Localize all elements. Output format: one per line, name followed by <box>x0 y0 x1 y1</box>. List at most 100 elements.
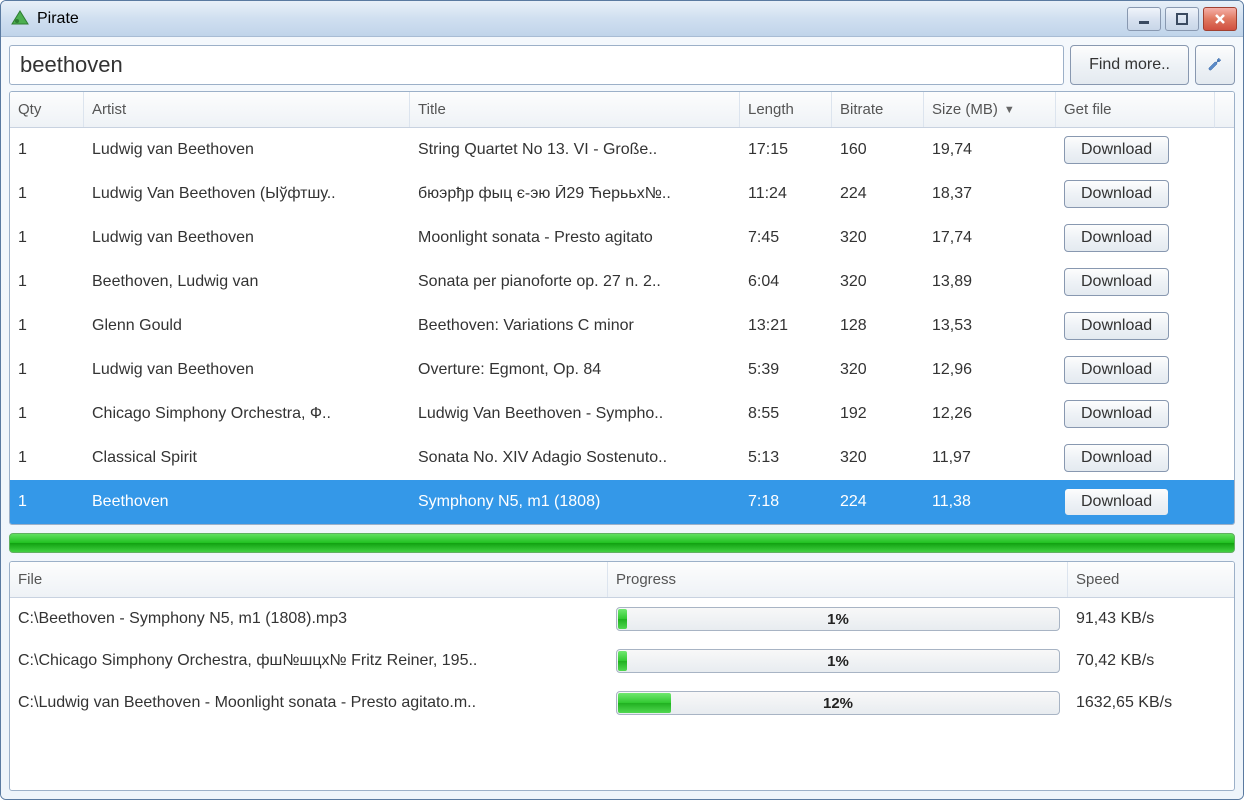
cell-progress: 1% <box>608 649 1068 673</box>
minimize-button[interactable] <box>1127 7 1161 31</box>
cell-size: 11,38 <box>924 493 1056 511</box>
results-body[interactable]: 1Ludwig van BeethovenString Quartet No 1… <box>10 128 1234 524</box>
download-button[interactable]: Download <box>1064 444 1169 472</box>
cell-length: 11:24 <box>740 185 832 203</box>
cell-qty: 1 <box>10 317 84 335</box>
cell-bitrate: 320 <box>832 273 924 291</box>
download-button[interactable]: Download <box>1064 224 1169 252</box>
download-button[interactable]: Download <box>1064 488 1169 516</box>
results-row[interactable]: 1Beethoven, Ludwig vanSonata per pianofo… <box>10 260 1234 304</box>
cell-size: 17,74 <box>924 229 1056 247</box>
cell-file: C:\Beethoven - Symphony N5, m1 (1808).mp… <box>10 610 608 628</box>
col-qty[interactable]: Qty <box>10 92 84 127</box>
search-input[interactable] <box>9 45 1064 85</box>
cell-title: Ludwig Van Beethoven - Sympho.. <box>410 405 740 423</box>
cell-artist: Ludwig van Beethoven <box>84 361 410 379</box>
cell-speed: 91,43 KB/s <box>1068 610 1224 628</box>
col-getfile[interactable]: Get file <box>1056 92 1190 127</box>
dl-col-progress[interactable]: Progress <box>608 562 1068 597</box>
cell-size: 13,89 <box>924 273 1056 291</box>
cell-bitrate: 320 <box>832 449 924 467</box>
settings-button[interactable] <box>1195 45 1235 85</box>
cell-artist: Beethoven <box>84 493 410 511</box>
results-row[interactable]: 1Ludwig van BeethovenMoonlight sonata - … <box>10 216 1234 260</box>
results-row[interactable]: 1Ludwig van BeethovenString Quartet No 1… <box>10 128 1234 172</box>
cell-artist: Classical Spirit <box>84 449 410 467</box>
col-length[interactable]: Length <box>740 92 832 127</box>
results-header: Qty Artist Title Length Bitrate Size (MB… <box>10 92 1214 128</box>
cell-artist: Ludwig Van Beethoven (Ыўфтшу.. <box>84 185 410 203</box>
cell-bitrate: 320 <box>832 229 924 247</box>
results-row[interactable]: 1Chicago Simphony Orchestra, Ф..Ludwig V… <box>10 392 1234 436</box>
progress-bar: 1% <box>616 649 1060 673</box>
cell-length: 13:21 <box>740 317 832 335</box>
cell-size: 13,53 <box>924 317 1056 335</box>
results-row[interactable]: 1Classical SpiritSonata No. XIV Adagio S… <box>10 436 1234 480</box>
results-row[interactable]: 1Ludwig van BeethovenOverture: Egmont, O… <box>10 348 1234 392</box>
download-button[interactable]: Download <box>1064 356 1169 384</box>
cell-getfile: Download <box>1056 312 1190 340</box>
downloads-header: File Progress Speed <box>10 562 1234 598</box>
find-more-button[interactable]: Find more.. <box>1070 45 1189 85</box>
cell-progress: 1% <box>608 607 1068 631</box>
downloads-body: C:\Beethoven - Symphony N5, m1 (1808).mp… <box>10 598 1234 724</box>
cell-getfile: Download <box>1056 356 1190 384</box>
download-button[interactable]: Download <box>1064 268 1169 296</box>
cell-title: Sonata No. XIV Adagio Sostenuto.. <box>410 449 740 467</box>
results-row[interactable]: 1Glenn GouldBeethoven: Variations C mino… <box>10 304 1234 348</box>
downloads-grid: File Progress Speed C:\Beethoven - Symph… <box>9 561 1235 791</box>
cell-size: 12,26 <box>924 405 1056 423</box>
wrench-icon <box>1205 55 1225 75</box>
close-button[interactable] <box>1203 7 1237 31</box>
cell-getfile: Download <box>1056 224 1190 252</box>
download-row[interactable]: C:\Ludwig van Beethoven - Moonlight sona… <box>10 682 1234 724</box>
maximize-button[interactable] <box>1165 7 1199 31</box>
cell-size: 12,96 <box>924 361 1056 379</box>
cell-length: 5:13 <box>740 449 832 467</box>
download-row[interactable]: C:\Chicago Simphony Orchestra, фш№шцх№ F… <box>10 640 1234 682</box>
cell-qty: 1 <box>10 141 84 159</box>
close-icon <box>1212 11 1228 27</box>
cell-getfile: Download <box>1056 268 1190 296</box>
download-row[interactable]: C:\Beethoven - Symphony N5, m1 (1808).mp… <box>10 598 1234 640</box>
cell-size: 11,97 <box>924 449 1056 467</box>
overall-progress-bar <box>9 533 1235 553</box>
minimize-icon <box>1136 11 1152 27</box>
titlebar[interactable]: Pirate <box>1 1 1243 37</box>
cell-qty: 1 <box>10 185 84 203</box>
col-artist[interactable]: Artist <box>84 92 410 127</box>
cell-length: 7:45 <box>740 229 832 247</box>
results-grid: Qty Artist Title Length Bitrate Size (MB… <box>9 91 1235 525</box>
cell-artist: Beethoven, Ludwig van <box>84 273 410 291</box>
download-button[interactable]: Download <box>1064 312 1169 340</box>
cell-length: 7:18 <box>740 493 832 511</box>
cell-length: 17:15 <box>740 141 832 159</box>
dl-col-speed[interactable]: Speed <box>1068 562 1224 597</box>
results-row[interactable]: 1Ludwig Van Beethoven (Ыўфтшу..бюэрђр фы… <box>10 172 1234 216</box>
cell-getfile: Download <box>1056 400 1190 428</box>
col-bitrate[interactable]: Bitrate <box>832 92 924 127</box>
download-button[interactable]: Download <box>1064 400 1169 428</box>
cell-qty: 1 <box>10 273 84 291</box>
download-button[interactable]: Download <box>1064 180 1169 208</box>
cell-size: 18,37 <box>924 185 1056 203</box>
cell-qty: 1 <box>10 493 84 511</box>
sort-desc-icon: ▼ <box>1004 104 1015 116</box>
cell-qty: 1 <box>10 229 84 247</box>
download-button[interactable]: Download <box>1064 136 1169 164</box>
cell-qty: 1 <box>10 405 84 423</box>
cell-bitrate: 128 <box>832 317 924 335</box>
cell-size: 19,74 <box>924 141 1056 159</box>
col-title[interactable]: Title <box>410 92 740 127</box>
dl-col-file[interactable]: File <box>10 562 608 597</box>
col-size[interactable]: Size (MB)▼ <box>924 92 1056 127</box>
cell-title: бюэрђр фыц є-эю Й29 Ћерььх№.. <box>410 185 740 203</box>
app-icon <box>11 10 29 28</box>
cell-title: Beethoven: Variations C minor <box>410 317 740 335</box>
cell-artist: Ludwig van Beethoven <box>84 229 410 247</box>
cell-getfile: Download <box>1056 488 1190 516</box>
cell-bitrate: 320 <box>832 361 924 379</box>
cell-speed: 70,42 KB/s <box>1068 652 1224 670</box>
results-row[interactable]: 1BeethovenSymphony N5, m1 (1808)7:182241… <box>10 480 1234 524</box>
cell-title: Overture: Egmont, Op. 84 <box>410 361 740 379</box>
